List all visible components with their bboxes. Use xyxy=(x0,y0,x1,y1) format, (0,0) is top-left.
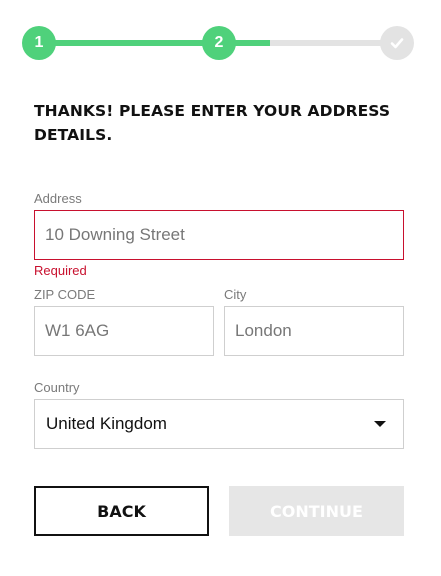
zip-code-label: ZIP CODE xyxy=(34,287,96,302)
step-1-label: 1 xyxy=(34,34,44,51)
back-button[interactable]: BACK xyxy=(34,486,209,536)
zip-code-input[interactable] xyxy=(34,306,214,356)
country-selected-value: United Kingdom xyxy=(46,414,167,433)
continue-button[interactable]: CONTINUE xyxy=(229,486,404,536)
progress-stepper: 1 2 xyxy=(0,0,441,90)
chevron-down-icon xyxy=(374,421,386,427)
step-1-indicator: 1 xyxy=(22,26,56,60)
city-input[interactable] xyxy=(224,306,404,356)
step-2-indicator: 2 xyxy=(202,26,236,60)
city-label: City xyxy=(224,287,247,302)
check-icon xyxy=(390,38,404,49)
address-error-message: Required xyxy=(34,263,87,278)
country-label: Country xyxy=(34,380,80,395)
step-3-indicator xyxy=(380,26,414,60)
address-input[interactable] xyxy=(34,210,404,260)
progress-track-complete xyxy=(50,40,220,46)
country-select[interactable]: United Kingdom xyxy=(34,399,404,449)
step-2-label: 2 xyxy=(214,34,224,51)
page-heading: THANKS! PLEASE ENTER YOUR ADDRESS DETAIL… xyxy=(34,102,391,144)
address-label: Address xyxy=(34,191,82,206)
